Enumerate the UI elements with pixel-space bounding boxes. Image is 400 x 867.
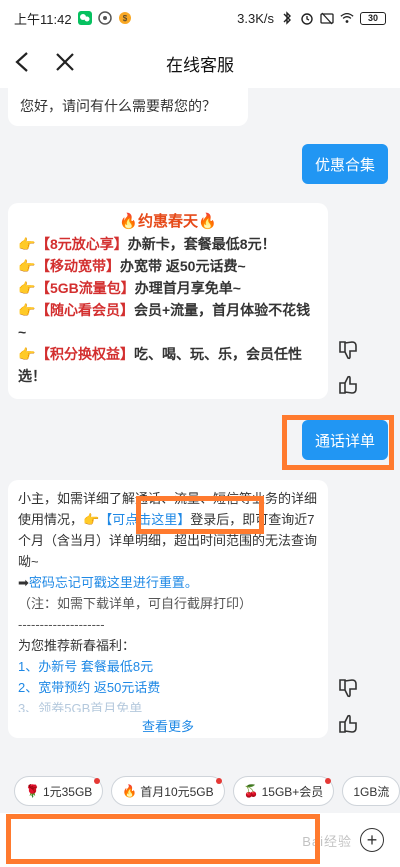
quick-chip-4[interactable]: 1GB流: [342, 776, 400, 806]
red-dot-badge: [215, 778, 222, 784]
wifi-icon: [340, 11, 354, 25]
status-time: 上午11:42: [14, 11, 72, 27]
app-notification-icon: [97, 11, 112, 25]
pointing-hand-icon: 👉: [18, 302, 36, 318]
promo-title: 🔥约惠春天🔥: [119, 213, 217, 230]
promo-item[interactable]: 👉【随心看会员】会员+流量，首月体验不花钱~: [18, 299, 318, 343]
call-detail-message: 小主，如需详细了解通话、流量、短信等业务的详细使用情况，👉【可点击这里】登录后，…: [8, 480, 328, 738]
battery-icon: 30: [360, 11, 386, 25]
thumbs-down-icon[interactable]: [336, 338, 360, 362]
click-here-link[interactable]: 【可点击这里】: [99, 512, 190, 527]
quick-reply-bar[interactable]: 🌹 1元35GB 🔥 首月10元5GB 🍒 15GB+会员 1GB流: [0, 770, 400, 812]
recommend-item-1[interactable]: 1、办新号 套餐最低8元: [18, 656, 318, 677]
rose-icon: 🌹: [25, 784, 40, 798]
recommend-item-2[interactable]: 2、宽带预约 返50元话费: [18, 677, 318, 698]
chip-label: 首月10元5GB: [140, 784, 214, 799]
promo-tag: 【8元放心享】: [36, 236, 128, 252]
quick-chip-3[interactable]: 🍒 15GB+会员: [232, 776, 335, 806]
plus-icon: +: [366, 830, 378, 850]
thumbs-down-icon[interactable]: [336, 676, 360, 700]
watermark: Bai经验: [302, 834, 352, 849]
network-speed: 3.3K/s: [237, 10, 274, 26]
arrow-right-icon: ➡: [18, 575, 29, 590]
red-dot-badge: [325, 778, 332, 784]
red-dot-badge: [94, 778, 101, 784]
promo-text: 办宽带 返50元话费~: [120, 258, 246, 274]
message-input[interactable]: [10, 819, 318, 861]
detail-paragraph: 小主，如需详细了解通话、流量、短信等业务的详细使用情况，👉【可点击这里】登录后，…: [18, 488, 318, 572]
fire-icon: 🔥: [122, 784, 138, 798]
divider-text: --------------------: [18, 617, 105, 632]
pointing-hand-icon: 👉: [18, 280, 36, 296]
chip-label: 15GB+会员: [261, 784, 324, 799]
chat-area[interactable]: 您好，请问有什么需要帮您的？ 优惠合集 🔥约惠春天🔥 👉【8元放心享】办新卡，套…: [0, 88, 400, 768]
call-detail-button[interactable]: 通话详单: [302, 420, 388, 460]
promo-text: 办新卡，套餐最低8元！: [127, 236, 276, 252]
nav-bar: 在线客服: [0, 36, 400, 88]
promo-tag: 【积分换权益】: [36, 346, 134, 362]
battery-level: 30: [367, 13, 378, 23]
download-note: （注：如需下载详单，可自行截屏打印）: [18, 596, 253, 611]
wechat-icon: [77, 11, 92, 25]
promo-item[interactable]: 👉【移动宽带】办宽带 返50元话费~: [18, 255, 318, 277]
promo-item[interactable]: 👉【5GB流量包】办理首月享免单~: [18, 277, 318, 299]
promo-message: 🔥约惠春天🔥 👉【8元放心享】办新卡，套餐最低8元！ 👉【移动宽带】办宽带 返5…: [8, 203, 328, 399]
alarm-icon: [300, 11, 314, 25]
quick-chip-1[interactable]: 🌹 1元35GB: [14, 776, 104, 806]
pointing-hand-icon: 👉: [18, 258, 36, 274]
promo-item[interactable]: 👉【积分换权益】吃、喝、玩、乐，会员任性选！: [18, 343, 318, 387]
offers-collection-button[interactable]: 优惠合集: [302, 144, 388, 184]
bluetooth-icon: [280, 11, 294, 25]
promo-tag: 【移动宽带】: [36, 258, 120, 274]
quick-chip-2[interactable]: 🔥 首月10元5GB: [111, 776, 225, 806]
chip-label: 1GB流: [353, 784, 390, 799]
thumbs-up-icon[interactable]: [336, 373, 360, 397]
greeting-message: 您好，请问有什么需要帮您的？: [8, 88, 248, 126]
pointing-hand-icon: 👉: [83, 512, 100, 527]
reset-line: ➡密码忘记可戳这里进行重置。: [18, 572, 318, 593]
input-bar: Bai经验 +: [0, 813, 400, 867]
status-bar: 上午11:42 $ 3.3K/s 30: [0, 0, 400, 36]
mute-icon: [320, 11, 334, 25]
view-more-link[interactable]: 查看更多: [18, 716, 318, 737]
pointing-hand-icon: 👉: [18, 346, 36, 362]
promo-text: 办理首月享免单~: [134, 280, 241, 296]
svg-text:$: $: [122, 14, 127, 23]
promo-tag: 【随心看会员】: [36, 302, 134, 318]
promo-tag: 【5GB流量包】: [36, 280, 135, 296]
pointing-hand-icon: 👉: [18, 236, 36, 252]
recommend-item-3[interactable]: 3、领券5GB首月免单: [18, 698, 318, 712]
password-reset-link[interactable]: 密码忘记可戳这里进行重置。: [29, 575, 198, 590]
chip-label: 1元35GB: [42, 784, 93, 799]
thumbs-up-icon[interactable]: [336, 712, 360, 736]
add-attachment-button[interactable]: +: [360, 828, 384, 852]
app-notification-icon-2: $: [118, 11, 132, 25]
promo-item[interactable]: 👉【8元放心享】办新卡，套餐最低8元！: [18, 233, 318, 255]
page-title: 在线客服: [166, 56, 234, 75]
cherry-icon: 🍒: [243, 784, 259, 798]
recommend-heading: 为您推荐新春福利：: [18, 638, 136, 653]
